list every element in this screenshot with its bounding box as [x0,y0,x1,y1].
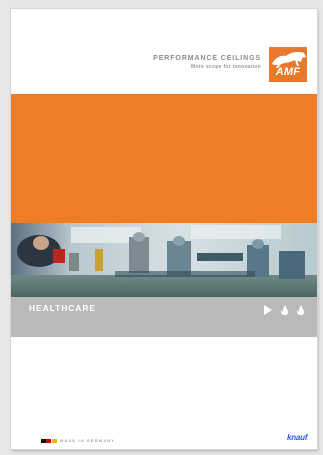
logo-text: AMF [275,66,301,78]
flame-icon [297,305,304,315]
flame-icon [281,305,288,315]
section-band: HEALTHCARE [11,297,317,337]
orange-banner [11,94,317,223]
tagline-title: PERFORMANCE CEILINGS [153,55,261,62]
tagline-subtitle: More scope for innovation [190,64,261,70]
hazard-icons [263,304,307,316]
german-flag-icon [41,439,57,443]
amf-logo: AMF [269,47,307,82]
header-tagline: PERFORMANCE CEILINGS More scope for inno… [153,54,261,72]
knauf-logo: knauf [287,433,308,442]
operating-theatre-photo [11,223,317,297]
brochure-cover: PERFORMANCE CEILINGS More scope for inno… [11,9,317,449]
section-title: HEALTHCARE [29,303,96,313]
made-in-germany-label: MADE IN GERMANY [60,438,115,443]
play-icon [264,305,272,315]
